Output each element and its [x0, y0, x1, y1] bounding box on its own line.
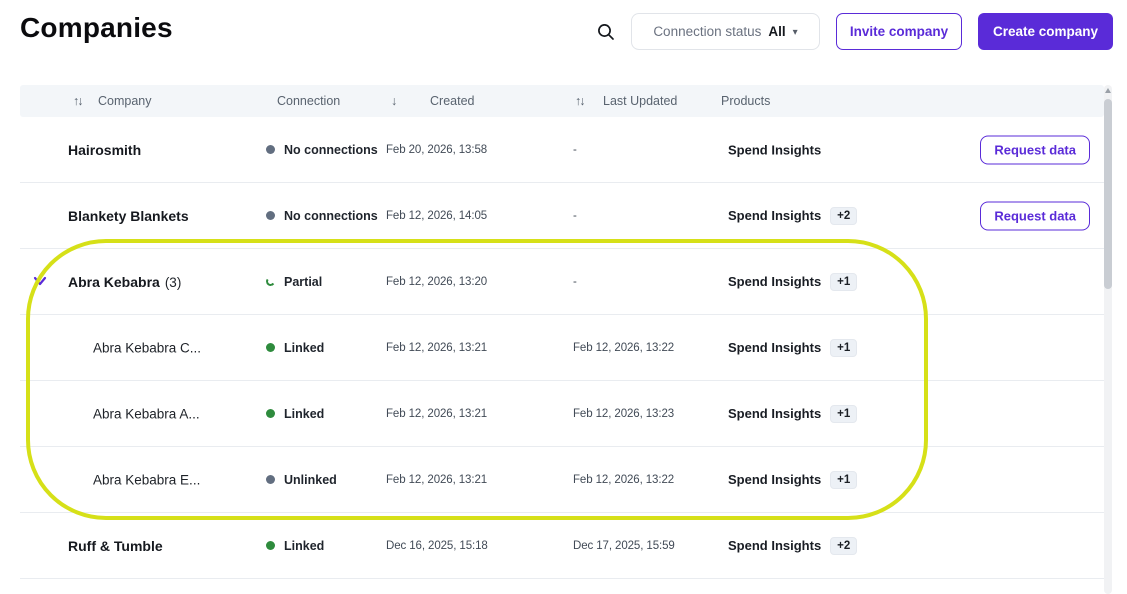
connection-status-icon [266, 409, 275, 418]
filter-label: Connection status [653, 24, 761, 39]
company-child-count: (3) [165, 275, 182, 290]
product-badge[interactable]: +1 [830, 339, 857, 357]
create-company-button[interactable]: Create company [978, 13, 1113, 50]
column-header-last-updated[interactable]: Last Updated [603, 94, 677, 108]
connection-status-icon [266, 211, 275, 220]
product-label: Spend Insights [728, 538, 821, 553]
column-header-connection: Connection [277, 94, 340, 108]
column-header-created[interactable]: Created [430, 94, 474, 108]
company-name[interactable]: Abra Kebabra [68, 274, 160, 290]
connection-status-label: Partial [284, 275, 322, 289]
last-updated-date: - [573, 144, 577, 156]
product-badge[interactable]: +1 [830, 471, 857, 489]
created-date: Feb 12, 2026, 13:20 [386, 276, 487, 288]
company-name[interactable]: Hairosmith [68, 142, 141, 158]
table-row[interactable]: Blankety Blankets No connections Feb 12,… [20, 183, 1104, 249]
company-name[interactable]: Ruff & Tumble [68, 538, 163, 554]
connection-status-label: Linked [284, 341, 324, 355]
scrollbar[interactable] [1104, 85, 1112, 594]
product-label: Spend Insights [728, 340, 821, 355]
company-name[interactable]: Blankety Blankets [68, 208, 189, 224]
connection-status-icon [266, 475, 275, 484]
table-row[interactable]: Ruff & Tumble Linked Dec 16, 2025, 15:18… [20, 513, 1104, 579]
connection-status-icon [266, 343, 275, 352]
created-date: Feb 12, 2026, 13:21 [386, 408, 487, 420]
table-row[interactable]: Hairosmith No connections Feb 20, 2026, … [20, 117, 1104, 183]
created-date: Feb 12, 2026, 14:05 [386, 210, 487, 222]
connection-status-filter[interactable]: Connection status All ▾ [631, 13, 820, 50]
company-name[interactable]: Abra Kebabra E... [93, 472, 200, 487]
product-label: Spend Insights [728, 406, 821, 421]
search-icon [596, 22, 616, 42]
last-updated-date: Dec 17, 2025, 15:59 [573, 540, 675, 552]
table-row[interactable]: Abra Kebabra (3) Partial Feb 12, 2026, 1… [20, 249, 1104, 315]
table-row[interactable]: Abra Kebabra A... Linked Feb 12, 2026, 1… [20, 381, 1104, 447]
created-date: Dec 16, 2025, 15:18 [386, 540, 488, 552]
search-button[interactable] [596, 22, 618, 44]
sort-created-desc-icon[interactable]: ↓ [391, 94, 397, 108]
expand-chevron-icon[interactable] [33, 273, 47, 291]
companies-table: ↑↓ Company Connection ↓ Created ↑↓ Last … [20, 85, 1104, 579]
companies-page: Companies Connection status All ▾ Invite… [0, 0, 1127, 594]
created-date: Feb 20, 2026, 13:58 [386, 144, 487, 156]
company-name[interactable]: Abra Kebabra C... [93, 340, 201, 355]
scroll-up-icon[interactable] [1105, 88, 1111, 93]
last-updated-date: - [573, 276, 577, 288]
table-body: Hairosmith No connections Feb 20, 2026, … [20, 117, 1104, 579]
connection-status-label: Linked [284, 407, 324, 421]
product-badge[interactable]: +1 [830, 273, 857, 291]
product-label: Spend Insights [728, 142, 821, 157]
sort-company-icon[interactable]: ↑↓ [73, 94, 82, 108]
company-name[interactable]: Abra Kebabra A... [93, 406, 200, 421]
last-updated-date: Feb 12, 2026, 13:23 [573, 408, 674, 420]
connection-status-icon [266, 145, 275, 154]
filter-value: All [768, 24, 785, 39]
last-updated-date: Feb 12, 2026, 13:22 [573, 342, 674, 354]
last-updated-date: Feb 12, 2026, 13:22 [573, 474, 674, 486]
sort-last-updated-icon[interactable]: ↑↓ [575, 94, 584, 108]
table-header: ↑↓ Company Connection ↓ Created ↑↓ Last … [20, 85, 1104, 117]
last-updated-date: - [573, 210, 577, 222]
caret-down-icon: ▾ [793, 27, 798, 38]
created-date: Feb 12, 2026, 13:21 [386, 342, 487, 354]
created-date: Feb 12, 2026, 13:21 [386, 474, 487, 486]
product-label: Spend Insights [728, 274, 821, 289]
connection-status-label: No connections [284, 143, 378, 157]
page-title: Companies [20, 12, 173, 44]
request-data-button[interactable]: Request data [980, 135, 1090, 164]
product-badge[interactable]: +2 [830, 207, 857, 225]
column-header-company[interactable]: Company [98, 94, 152, 108]
product-label: Spend Insights [728, 208, 821, 223]
column-header-products: Products [721, 94, 770, 108]
product-badge[interactable]: +2 [830, 537, 857, 555]
connection-status-label: Linked [284, 539, 324, 553]
connection-status-label: No connections [284, 209, 378, 223]
product-label: Spend Insights [728, 472, 821, 487]
table-row[interactable]: Abra Kebabra C... Linked Feb 12, 2026, 1… [20, 315, 1104, 381]
connection-status-label: Unlinked [284, 473, 337, 487]
connection-status-icon [265, 276, 275, 286]
table-row[interactable]: Abra Kebabra E... Unlinked Feb 12, 2026,… [20, 447, 1104, 513]
invite-company-button[interactable]: Invite company [836, 13, 962, 50]
request-data-button[interactable]: Request data [980, 201, 1090, 230]
connection-status-icon [266, 541, 275, 550]
scrollbar-thumb[interactable] [1104, 99, 1112, 289]
product-badge[interactable]: +1 [830, 405, 857, 423]
